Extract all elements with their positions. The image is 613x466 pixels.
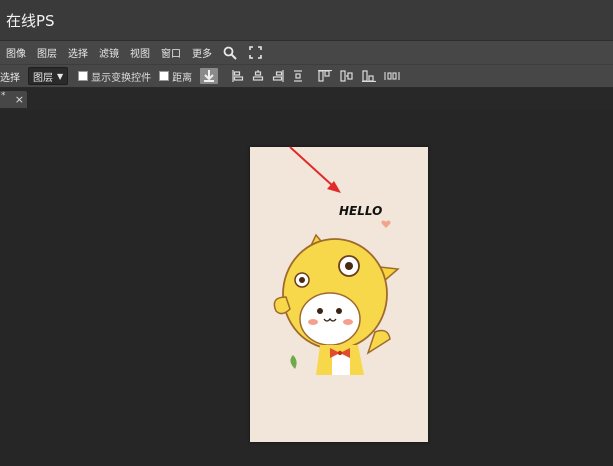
menu-image[interactable]: 图像 bbox=[6, 45, 26, 60]
distribute-horizontal-icon[interactable] bbox=[384, 71, 400, 81]
distribute-vertical-icon[interactable] bbox=[292, 70, 304, 82]
select-label: 选择 bbox=[0, 72, 20, 84]
modified-indicator-icon: * bbox=[1, 91, 6, 101]
document-tab-row: * × bbox=[0, 88, 613, 110]
title-bar: 在线PS bbox=[0, 0, 613, 40]
menu-bar: 图像 图层 选择 滤镜 视图 窗口 更多 bbox=[0, 40, 613, 64]
artwork-hello-text: HELLO bbox=[339, 204, 382, 218]
layer-dropdown-value: 图层 bbox=[33, 72, 53, 84]
align-right-icon[interactable] bbox=[272, 70, 284, 82]
options-toolbar: 选择 图层 ▼ 显示变换控件 距离 bbox=[0, 64, 613, 88]
checkbox-box[interactable] bbox=[78, 71, 89, 81]
distance-checkbox[interactable]: 距离 bbox=[159, 69, 192, 84]
menu-view[interactable]: 视图 bbox=[130, 45, 150, 60]
layer-dropdown[interactable]: 图层 ▼ bbox=[28, 67, 69, 85]
document-tab[interactable]: * × bbox=[0, 91, 27, 108]
align-left-icon[interactable] bbox=[232, 70, 244, 82]
align-middle-icon[interactable] bbox=[340, 70, 354, 82]
show-transform-checkbox[interactable]: 显示变换控件 bbox=[78, 69, 151, 84]
menu-more[interactable]: 更多 bbox=[192, 45, 212, 60]
fullscreen-icon[interactable] bbox=[249, 46, 262, 59]
close-icon[interactable]: × bbox=[15, 93, 24, 106]
artwork-image: HELLO bbox=[250, 147, 428, 442]
download-icon[interactable] bbox=[200, 68, 219, 84]
search-icon[interactable] bbox=[223, 46, 237, 60]
align-center-icon[interactable] bbox=[252, 70, 264, 82]
app-title: 在线PS bbox=[6, 11, 55, 30]
menu-window[interactable]: 窗口 bbox=[161, 45, 181, 60]
align-top-icon[interactable] bbox=[318, 70, 333, 82]
menu-layer[interactable]: 图层 bbox=[37, 45, 57, 60]
document-canvas[interactable]: HELLO bbox=[250, 147, 428, 442]
distance-label: 距离 bbox=[172, 72, 193, 84]
menu-select[interactable]: 选择 bbox=[68, 45, 88, 60]
checkbox-box[interactable] bbox=[159, 71, 170, 81]
align-bottom-icon[interactable] bbox=[362, 70, 377, 82]
chevron-down-icon: ▼ bbox=[57, 71, 64, 81]
menu-filter[interactable]: 滤镜 bbox=[99, 45, 119, 60]
show-transform-label: 显示变换控件 bbox=[91, 72, 152, 84]
